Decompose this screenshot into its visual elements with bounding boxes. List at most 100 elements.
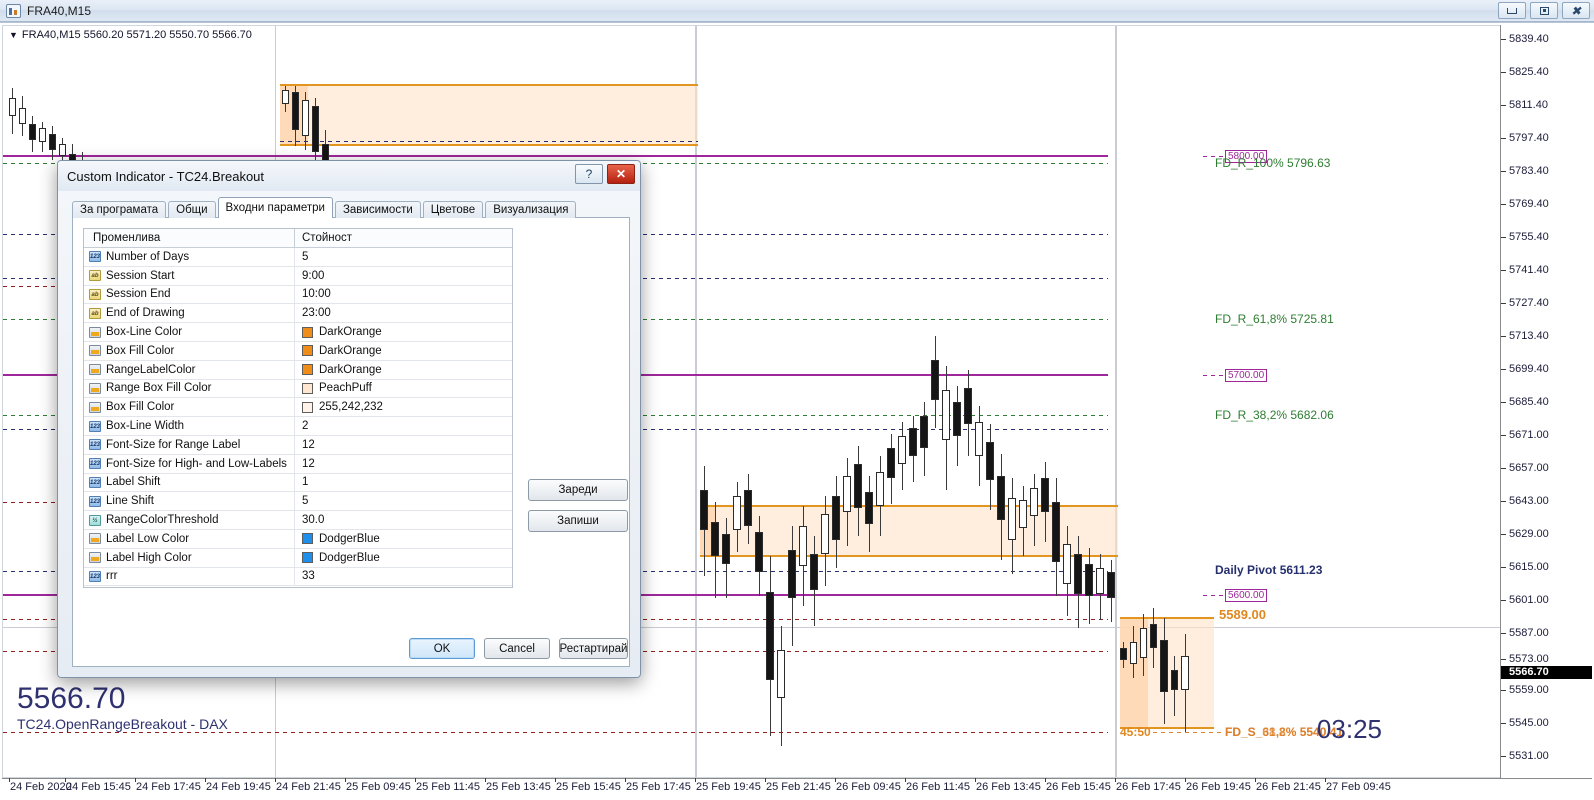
minimize-button[interactable]	[1498, 2, 1526, 19]
maximize-button[interactable]	[1530, 2, 1558, 19]
param-value-cell[interactable]: 23:00	[295, 304, 512, 322]
round-level-tag: 5700.00	[1225, 369, 1268, 382]
table-row[interactable]: ab Session End 10:00	[84, 285, 512, 305]
time-tick: 26 Feb 09:45	[835, 778, 901, 793]
param-value-cell[interactable]: 5	[295, 492, 512, 510]
candle	[1107, 560, 1115, 622]
chart-header-caret-icon[interactable]: ▼	[9, 30, 18, 40]
param-value-cell[interactable]: 1	[295, 474, 512, 492]
price-tick: 5629.00	[1501, 528, 1592, 540]
param-value-cell[interactable]: DarkOrange	[295, 342, 512, 360]
ok-button[interactable]: OK	[409, 638, 475, 659]
param-value: 255,242,232	[319, 401, 383, 414]
color-type-icon	[89, 364, 101, 376]
save-button[interactable]: Запиши	[528, 510, 628, 532]
table-row[interactable]: 123 Box-Line Width 2	[84, 417, 512, 436]
table-row[interactable]: 123 Font-Size for Range Label 12	[84, 435, 512, 455]
window-controls: ✖	[1498, 2, 1590, 19]
candle	[1063, 526, 1071, 616]
price-tick-label: 5629.00	[1509, 528, 1549, 540]
dialog-close-button[interactable]: ✕	[607, 164, 635, 184]
price-tick: 5797.40	[1501, 132, 1592, 144]
parameters-grid[interactable]: Променлива Стойност 123 Number of Days 5 …	[83, 228, 513, 588]
table-row[interactable]: 123 Line Shift 5	[84, 492, 512, 512]
table-row[interactable]: Box-Line Color DarkOrange	[84, 323, 512, 342]
param-value: DodgerBlue	[319, 551, 380, 564]
table-row[interactable]: RangeLabelColor DarkOrange	[84, 360, 512, 380]
price-tick: 5601.00	[1501, 594, 1592, 606]
time-axis[interactable]: 24 Feb 2020 24 Feb 15:45 24 Feb 17:45 24…	[2, 778, 1592, 800]
candle	[876, 456, 884, 536]
param-value-cell[interactable]: 255,242,232	[295, 398, 512, 416]
table-row[interactable]: 123 Font-Size for High- and Low-Labels 12	[84, 454, 512, 474]
table-row[interactable]: ab Session Start 9:00	[84, 266, 512, 286]
candle	[1041, 462, 1049, 542]
dialog-body: За програмата Общи Входни параметри Зави…	[66, 193, 632, 669]
candle	[1096, 554, 1104, 620]
tab-visualization[interactable]: Визуализация	[485, 201, 577, 218]
tab-dependencies[interactable]: Зависимости	[334, 201, 421, 218]
price-tick-label: 5657.00	[1509, 462, 1549, 474]
candle	[1150, 608, 1157, 668]
param-value-cell[interactable]: 5	[295, 248, 512, 266]
tab-about[interactable]: За програмата	[72, 201, 167, 218]
restart-button[interactable]: Рестартирай	[559, 638, 628, 659]
dialog-titlebar[interactable]: Custom Indicator - TC24.Breakout ? ✕	[58, 161, 640, 191]
number-type-icon: 123	[89, 570, 101, 582]
table-row[interactable]: Label Low Color DodgerBlue	[84, 529, 512, 549]
param-value-cell[interactable]: 12	[295, 436, 512, 454]
chart-header: ▼ FRA40,M15 5560.20 5571.20 5550.70 5566.…	[9, 29, 252, 41]
close-button[interactable]: ✖	[1562, 2, 1590, 19]
table-row[interactable]: 123 rrr 33	[84, 567, 512, 587]
string-type-icon: ab	[89, 270, 101, 282]
dialog-tabs[interactable]: За програмата Общи Входни параметри Зави…	[72, 197, 578, 218]
table-row[interactable]: 123 Label Shift 1	[84, 473, 512, 493]
load-button[interactable]: Зареди	[528, 479, 628, 501]
color-swatch	[302, 326, 313, 338]
color-swatch	[302, 552, 313, 564]
number-type-icon: 123	[89, 476, 101, 488]
table-row[interactable]: 123 Number of Days 5	[84, 248, 512, 267]
param-value-cell[interactable]: 30.0	[295, 511, 512, 529]
range-time-label: 45:50	[1120, 725, 1151, 739]
param-name-cell: Range Box Fill Color	[84, 379, 295, 398]
table-row[interactable]: Box Fill Color 255,242,232	[84, 398, 512, 418]
param-value-cell[interactable]: DodgerBlue	[295, 549, 512, 567]
param-value-cell[interactable]: 9:00	[295, 267, 512, 285]
param-value: PeachPuff	[319, 382, 372, 395]
param-value-cell[interactable]: PeachPuff	[295, 380, 512, 398]
candle	[711, 502, 719, 598]
cancel-button[interactable]: Cancel	[484, 638, 550, 659]
window-titlebar: FRA40,M15 ✖	[0, 0, 1594, 22]
param-value-cell[interactable]: 2	[295, 417, 512, 435]
param-value-cell[interactable]: 33	[295, 568, 512, 586]
time-tick: 26 Feb 21:45	[1255, 778, 1321, 793]
tab-inputs[interactable]: Входни параметри	[217, 197, 333, 218]
param-name-cell: ab Session Start	[84, 266, 295, 285]
param-name-cell: ½ RangeColorThreshold	[84, 511, 295, 529]
price-tick-label: 5559.00	[1509, 684, 1549, 696]
param-name: Label Shift	[106, 476, 161, 489]
time-tick: 24 Feb 19:45	[205, 778, 271, 793]
time-tick: 26 Feb 13:45	[975, 778, 1041, 793]
help-button[interactable]: ?	[575, 164, 603, 184]
param-value-cell[interactable]: 10:00	[295, 286, 512, 304]
param-value-cell[interactable]: 12	[295, 455, 512, 473]
table-row[interactable]: Label High Color DodgerBlue	[84, 548, 512, 568]
table-row[interactable]: ab End of Drawing 23:00	[84, 304, 512, 324]
support-dash-line	[1153, 732, 1223, 733]
time-tick: 25 Feb 19:45	[695, 778, 761, 793]
param-name: rrr	[106, 570, 118, 583]
price-axis[interactable]: 5839.40 5825.40 5811.40 5797.40 5783.40 …	[1500, 25, 1592, 789]
tab-common[interactable]: Общи	[168, 201, 216, 218]
color-swatch	[302, 345, 313, 357]
param-value-cell[interactable]: DarkOrange	[295, 323, 512, 341]
table-row[interactable]: ½ RangeColorThreshold 30.0	[84, 511, 512, 530]
custom-indicator-dialog[interactable]: Custom Indicator - TC24.Breakout ? ✕ За …	[57, 160, 641, 678]
param-value-cell[interactable]: DodgerBlue	[295, 530, 512, 548]
table-row[interactable]: Box Fill Color DarkOrange	[84, 341, 512, 361]
tab-colors[interactable]: Цветове	[422, 201, 484, 218]
table-row[interactable]: Range Box Fill Color PeachPuff	[84, 379, 512, 399]
time-tick: 25 Feb 09:45	[345, 778, 411, 793]
param-value-cell[interactable]: DarkOrange	[295, 361, 512, 379]
